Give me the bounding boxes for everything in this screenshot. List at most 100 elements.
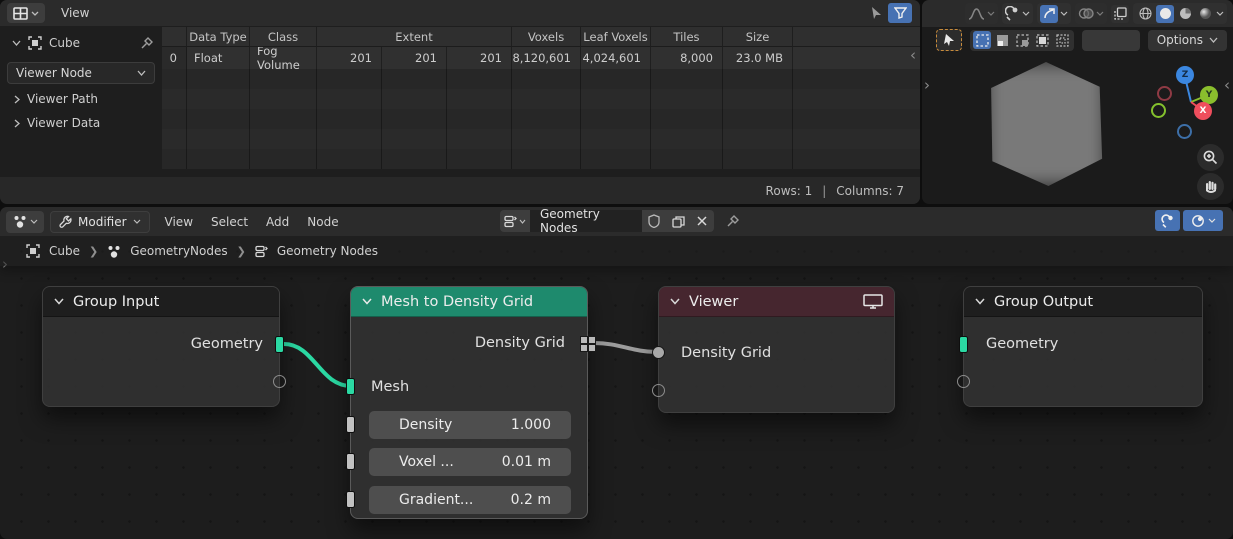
- viewer-node-select[interactable]: Viewer Node: [7, 62, 155, 84]
- node-viewer[interactable]: Viewer Density Grid: [658, 286, 895, 413]
- node-header[interactable]: Viewer: [659, 287, 894, 317]
- collapse-chevron-icon[interactable]: [54, 298, 64, 305]
- node-header[interactable]: Group Input: [43, 287, 279, 317]
- col-size[interactable]: Size: [723, 27, 793, 47]
- socket-virtual[interactable]: [957, 375, 970, 388]
- unlink-button[interactable]: [690, 210, 714, 232]
- editor-type-spreadsheet-button[interactable]: [7, 3, 45, 23]
- chevron-down-icon: [12, 40, 21, 46]
- options-label: Options: [1157, 33, 1203, 47]
- proportional-falloff-group[interactable]: [965, 3, 998, 24]
- menu-select[interactable]: Select: [202, 209, 257, 235]
- sidebar-toggle[interactable]: ‹: [1224, 78, 1230, 92]
- cell-leaf-voxels: 4,024,601: [581, 47, 651, 69]
- node-group-input[interactable]: Group Input Geometry: [42, 286, 280, 407]
- socket-virtual[interactable]: [652, 384, 665, 397]
- viewer-data-section[interactable]: Viewer Data: [14, 116, 100, 130]
- table-row[interactable]: 0 Float Fog Volume 201 201 201 8,120,601…: [162, 47, 920, 69]
- table-header-row: Data Type Class Extent Voxels Leaf Voxel…: [162, 27, 920, 47]
- show-gizmo-toggle[interactable]: [1040, 5, 1058, 23]
- field-density[interactable]: Density 1.000: [369, 411, 571, 439]
- zoom-button[interactable]: [1197, 144, 1224, 171]
- col-extent[interactable]: Extent: [317, 27, 512, 47]
- browse-tree-button[interactable]: [500, 210, 530, 232]
- collapse-chevron-icon[interactable]: [670, 298, 680, 305]
- menu-view[interactable]: View: [156, 209, 202, 235]
- gizmo-axis-x[interactable]: X: [1194, 102, 1212, 120]
- cursor-filter-icon[interactable]: [869, 6, 884, 21]
- pin-icon[interactable]: [140, 36, 154, 50]
- editor-type-nodes-button[interactable]: [6, 211, 44, 233]
- node-group-output[interactable]: Group Output Geometry: [963, 286, 1203, 407]
- col-leaf-voxels[interactable]: Leaf Voxels: [581, 27, 651, 47]
- col-tiles[interactable]: Tiles: [651, 27, 723, 47]
- empty-row: [162, 89, 920, 109]
- snap-mode-dropdown[interactable]: [1183, 210, 1223, 231]
- tree-name-field[interactable]: Geometry Nodes: [530, 210, 642, 232]
- socket-geometry-input[interactable]: [959, 336, 968, 353]
- socket-voxel-size-input[interactable]: [346, 453, 355, 470]
- socket-mesh-input[interactable]: [346, 378, 355, 395]
- select-mode-invert[interactable]: [1033, 31, 1051, 49]
- select-mode-subtract[interactable]: [1013, 31, 1031, 49]
- select-mode-set[interactable]: [973, 31, 991, 49]
- xray-toggle[interactable]: [1111, 5, 1129, 23]
- select-mode-extend[interactable]: [993, 31, 1011, 49]
- side-panel-toggle[interactable]: ‹: [910, 48, 916, 62]
- overlays-icon: [1078, 7, 1094, 20]
- overlays-group[interactable]: [1075, 3, 1107, 24]
- magnifier-plus-icon: [1203, 150, 1218, 165]
- navigation-gizmo[interactable]: Z Y X: [1150, 63, 1232, 145]
- breadcrumb-modifier[interactable]: GeometryNodes: [130, 244, 227, 258]
- gizmo-axis-x-neg[interactable]: [1157, 86, 1172, 101]
- col-class[interactable]: Class: [250, 27, 317, 47]
- node-header[interactable]: Mesh to Density Grid: [351, 287, 587, 317]
- socket-grid-output[interactable]: [581, 337, 596, 352]
- gizmo-axis-z[interactable]: Z: [1176, 66, 1194, 84]
- pan-button[interactable]: [1197, 173, 1224, 200]
- field-label: Density: [399, 417, 452, 433]
- filter-toggle-button[interactable]: [888, 3, 912, 23]
- shading-material-button[interactable]: [1176, 5, 1194, 23]
- socket-gradient-input[interactable]: [346, 491, 355, 508]
- new-copy-button[interactable]: [666, 210, 690, 232]
- shading-rendered-button[interactable]: [1196, 5, 1214, 23]
- snap-group[interactable]: [1002, 3, 1033, 24]
- falloff-curve-icon: [968, 7, 985, 20]
- collapse-chevron-icon[interactable]: [362, 298, 372, 305]
- breadcrumb: Cube ❯ GeometryNodes ❯ Geometry Nodes: [0, 236, 1233, 266]
- snap-toggle-button[interactable]: [1155, 210, 1180, 231]
- menu-node[interactable]: Node: [298, 209, 347, 235]
- active-tool-button[interactable]: [936, 29, 962, 51]
- select-mode-intersect[interactable]: [1053, 31, 1071, 49]
- col-voxels[interactable]: Voxels: [512, 27, 581, 47]
- node-title: Group Input: [73, 294, 159, 310]
- fake-user-button[interactable]: [642, 210, 666, 232]
- options-dropdown[interactable]: Options: [1148, 30, 1227, 51]
- socket-geometry-output[interactable]: [275, 336, 284, 353]
- pin-icon[interactable]: [726, 214, 740, 228]
- socket-density-input[interactable]: [346, 416, 355, 433]
- gizmos-group[interactable]: [1037, 3, 1071, 24]
- node-header[interactable]: Group Output: [964, 287, 1202, 317]
- mode-dropdown[interactable]: Modifier: [50, 211, 150, 233]
- gizmo-axis-y-neg[interactable]: [1151, 103, 1166, 118]
- field-gradient-width[interactable]: Gradient... 0.2 m: [369, 486, 571, 514]
- collapse-chevron-icon[interactable]: [975, 298, 985, 305]
- dataset-object-row[interactable]: Cube: [12, 36, 154, 50]
- breadcrumb-tree[interactable]: Geometry Nodes: [277, 244, 378, 258]
- toolbar-toggle[interactable]: ›: [924, 78, 930, 92]
- chevron-down-icon: [1060, 11, 1068, 16]
- breadcrumb-object[interactable]: Cube: [49, 244, 80, 258]
- shading-solid-button[interactable]: [1156, 5, 1174, 23]
- socket-density-grid-input[interactable]: [652, 346, 665, 359]
- node-mesh-to-density-grid[interactable]: Mesh to Density Grid Density Grid Mesh D…: [350, 286, 588, 519]
- col-data-type[interactable]: Data Type: [187, 27, 250, 47]
- gizmo-axis-z-neg[interactable]: [1177, 124, 1192, 139]
- socket-virtual[interactable]: [273, 375, 286, 388]
- viewer-path-section[interactable]: Viewer Path: [14, 92, 98, 106]
- field-voxel-size[interactable]: Voxel ... 0.01 m: [369, 448, 571, 476]
- menu-add[interactable]: Add: [257, 209, 298, 235]
- shading-wireframe-button[interactable]: [1136, 5, 1154, 23]
- menu-view[interactable]: View: [52, 0, 98, 26]
